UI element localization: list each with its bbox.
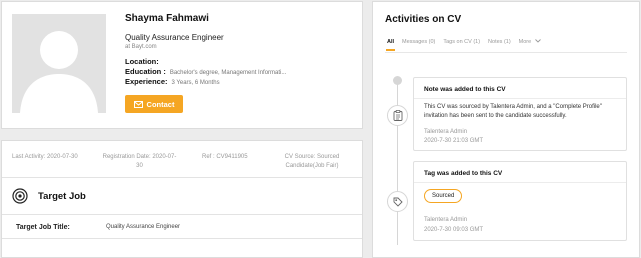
entry-title: Note was added to this CV [424, 86, 506, 93]
activities-title: Activities on CV [385, 14, 462, 25]
entry-divider [414, 182, 626, 183]
divider [2, 177, 362, 178]
contact-button[interactable]: Contact [125, 95, 183, 113]
target-job-title-value: Quality Assurance Engineer [106, 224, 181, 230]
education-row: Education : Bachelor's degree, Management… [125, 67, 286, 76]
education-value: Bachelor's degree, Management Informati.… [169, 70, 287, 76]
target-job-title-label: Target Job Title: [16, 224, 70, 231]
tab-more[interactable]: More [519, 39, 541, 45]
last-activity: Last Activity: 2020-07-30 [12, 154, 78, 160]
tab-messages[interactable]: Messages (0) [402, 39, 435, 45]
tabs-underline [385, 52, 627, 53]
cv-reference: Ref : CV9411905 [202, 154, 248, 160]
contact-button-label: Contact [146, 99, 175, 109]
entry-divider [414, 98, 626, 99]
profile-card: Shayma Fahmawi Quality Assurance Enginee… [1, 1, 363, 129]
target-job-header: Target Job [12, 188, 86, 204]
candidate-source: at Bayt.com [125, 44, 157, 50]
entry-body: This CV was sourced by Talentera Admin, … [424, 104, 602, 119]
avatar [12, 14, 106, 113]
timeline-note-marker [387, 105, 408, 126]
activity-entry: Tag was added to this CV Sourced Talente… [413, 161, 627, 241]
entry-author: Talentera Admin [424, 217, 468, 223]
registration-date: Registration Date: 2020-07-30 [102, 154, 177, 169]
timeline-start-dot [393, 76, 402, 85]
timeline-tag-marker [387, 191, 408, 212]
cv-info-card: Last Activity: 2020-07-30 Registration D… [1, 140, 363, 258]
activity-tabs: All Messages (0) Tags on CV (1) Notes (1… [385, 39, 541, 51]
envelope-icon [133, 100, 143, 108]
activity-entry: Note was added to this CV This CV was so… [413, 77, 627, 151]
target-job-heading: Target Job [38, 190, 86, 202]
candidate-name: Shayma Fahmawi [125, 13, 209, 24]
user-silhouette-icon [20, 31, 98, 113]
target-icon [12, 188, 28, 204]
tag-icon [393, 197, 403, 207]
tab-more-label: More [518, 39, 532, 45]
divider [2, 238, 362, 239]
experience-label: Experience: [125, 77, 168, 86]
location-row: Location: [125, 57, 163, 66]
experience-row: Experience: 3 Years, 6 Months [125, 77, 220, 86]
entry-author: Talentera Admin [424, 129, 468, 135]
location-label: Location: [125, 57, 159, 66]
entry-date: 2020-7-30 21:03 GMT [424, 138, 484, 144]
chevron-down-icon [534, 39, 541, 43]
cv-source: CV Source: Sourced Candidate(Job Fair) [284, 154, 340, 169]
tag-pill-sourced[interactable]: Sourced [424, 189, 463, 203]
tab-all[interactable]: All [385, 39, 396, 51]
education-label: Education : [125, 67, 166, 76]
tab-notes[interactable]: Notes (1) [488, 39, 511, 45]
activities-card: Activities on CV All Messages (0) Tags o… [372, 1, 640, 258]
clipboard-icon [393, 110, 402, 121]
candidate-job-title: Quality Assurance Engineer [125, 33, 224, 42]
entry-date: 2020-7-30 09:03 GMT [424, 227, 484, 233]
experience-value: 3 Years, 6 Months [171, 80, 220, 86]
entry-title: Tag was added to this CV [424, 170, 503, 177]
divider [2, 214, 362, 215]
tab-tags[interactable]: Tags on CV (1) [443, 39, 480, 45]
